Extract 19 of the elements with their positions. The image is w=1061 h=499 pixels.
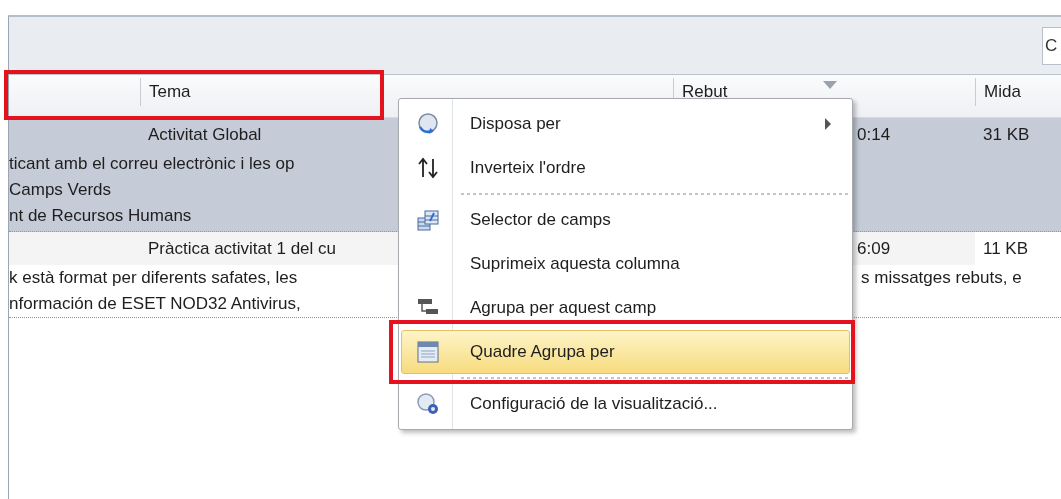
message-preview-text: nformación de ESET NOD32 Antivirus,	[9, 294, 302, 314]
message-size: 11 KB	[983, 238, 1029, 258]
message-subject: Pràctica activitat 1 del cu	[148, 238, 337, 258]
message-subject: Activitat Global	[148, 124, 262, 144]
message-preview-text: ticant amb el correu electrònic i les op	[9, 154, 296, 174]
menu-item-label: Configuració de la visualització...	[470, 394, 718, 414]
menu-item-label: Suprimeix aquesta columna	[470, 254, 680, 274]
menu-item-label: Quadre Agrupa per	[470, 342, 615, 362]
message-size: 31 KB	[983, 124, 1030, 144]
menu-item-label: Agrupa per aquest camp	[470, 298, 657, 318]
message-preview-text: nt de Recursos Humans	[9, 206, 193, 226]
message-preview-text: Camps Verds	[9, 180, 113, 200]
message-preview-text: s missatges rebuts, e	[861, 268, 1023, 288]
message-received-time: 0:14	[857, 124, 891, 144]
menu-item-label: Inverteix l'ordre	[470, 158, 586, 178]
message-received-time: 6:09	[857, 238, 891, 258]
menu-item-label: Disposa per	[470, 114, 561, 134]
menu-item-label: Selector de camps	[470, 210, 611, 230]
message-preview-text: k està format per diferents safates, les	[9, 268, 299, 288]
